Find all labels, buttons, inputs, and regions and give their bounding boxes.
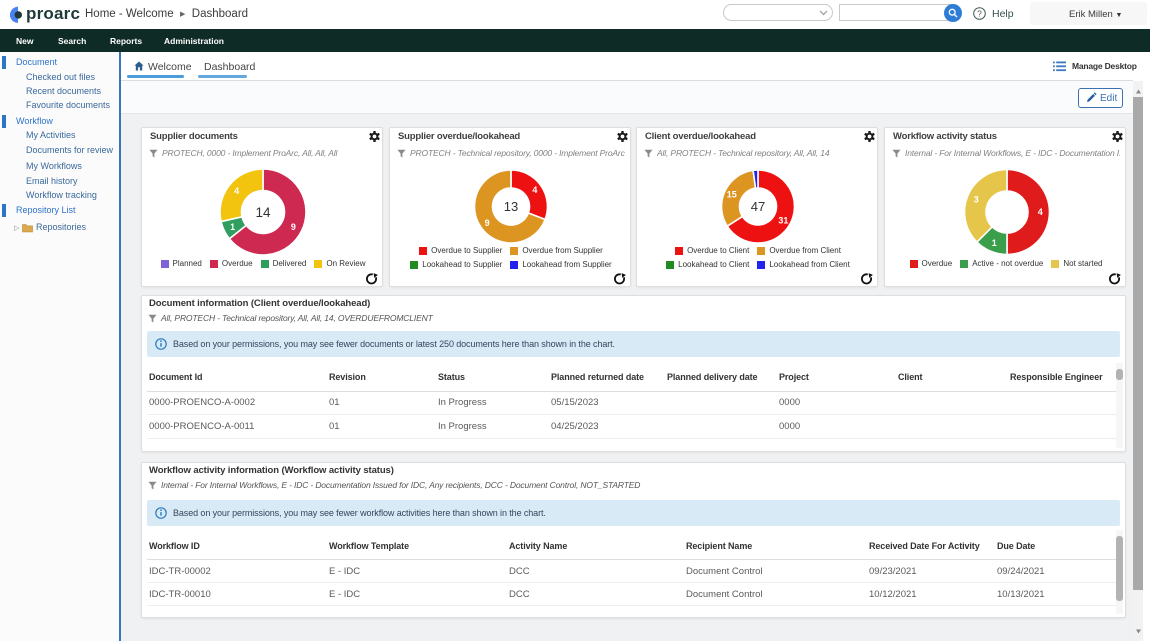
svg-text:?: ? [977,8,982,18]
svg-text:4: 4 [1038,207,1043,217]
svg-text:1: 1 [992,238,997,248]
svg-text:4: 4 [234,186,239,196]
svg-text:3: 3 [974,194,979,204]
